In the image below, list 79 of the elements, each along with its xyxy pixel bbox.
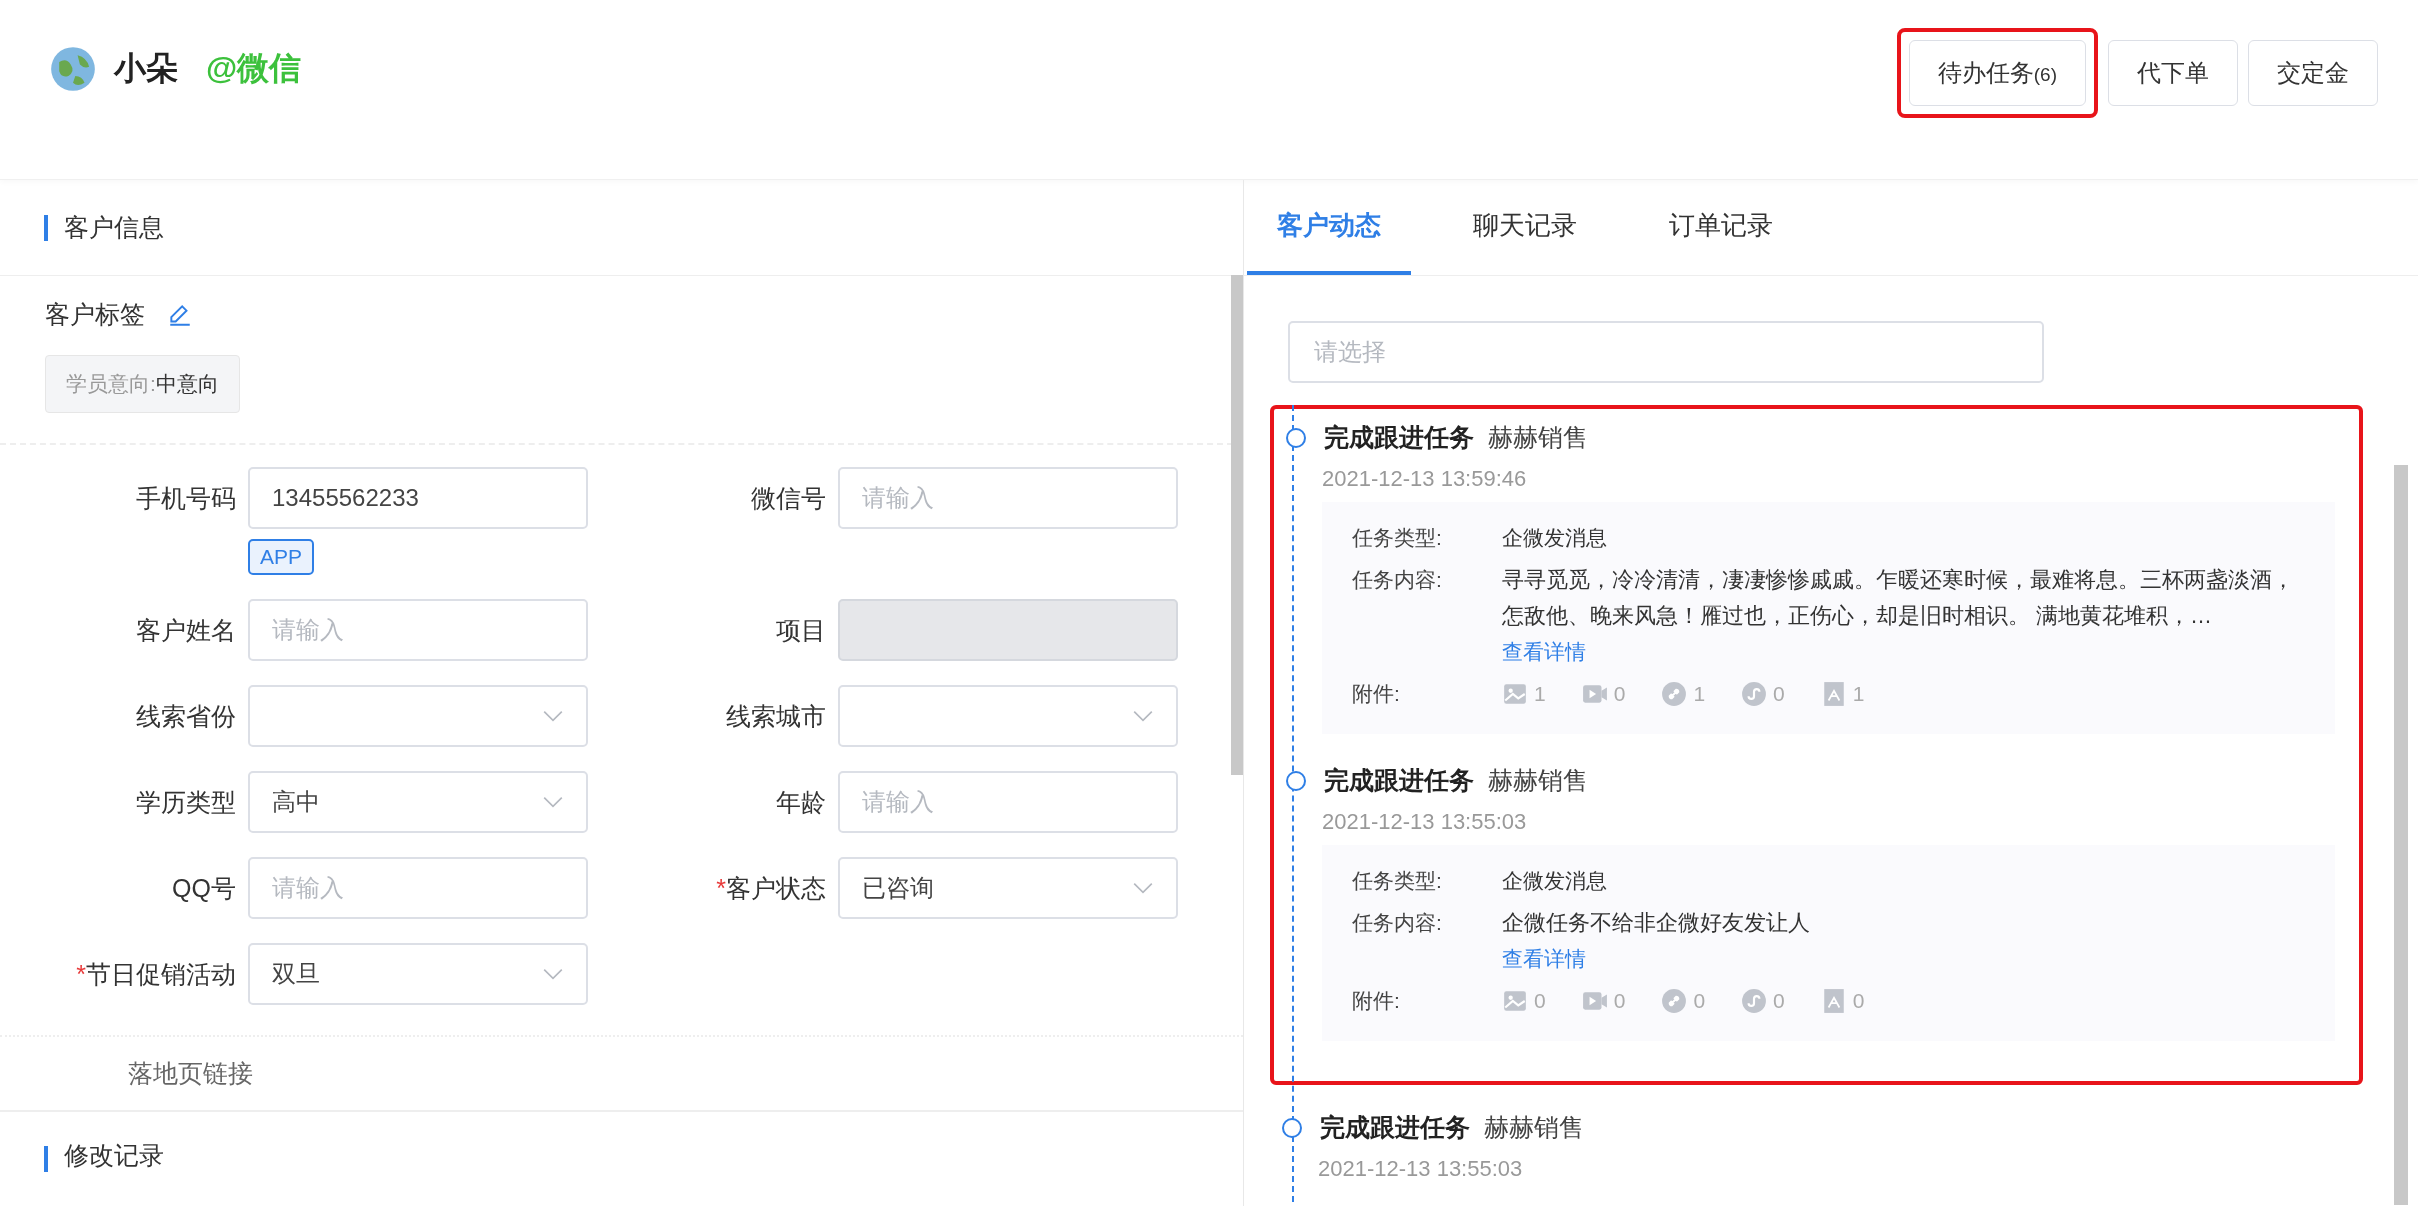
event-actor: 赫赫销售 [1488,422,1588,453]
input-field[interactable]: 13455562233 [248,467,588,529]
attachment-count: 0 [1693,988,1706,1014]
event-time: 2021-12-13 13:55:03 [1318,1156,1524,1182]
tab[interactable]: 客户动态 [1247,180,1411,275]
field-label: *节日促销活动 [75,959,237,990]
detail-label: 任务内容: [1352,567,1443,593]
image-icon [1502,988,1528,1014]
attachment-count: 0 [1852,988,1865,1014]
detail-label: 任务类型: [1352,868,1443,894]
select-field[interactable]: 已咨询 [838,857,1178,919]
scrollbar[interactable] [2394,465,2408,1205]
mini-program-icon [1741,681,1768,707]
detail-value: 企微发消息 [1502,525,1607,551]
tab[interactable]: 聊天记录 [1443,180,1607,275]
detail-label: 附件: [1352,988,1401,1014]
event-title: 完成跟进任务 [1320,1112,1470,1143]
chevron-down-icon [542,709,564,723]
event-actor: 赫赫销售 [1488,765,1588,796]
detail-value: 寻寻觅觅，冷冷清清，凄凄惨惨戚戚。乍暖还寒时候，最难将息。三杯两盏淡酒，怎敌他、晚来风急！雁过也，正伤心，却是旧时相识。 满地黄花堆积，… [1502,566,2295,630]
detail-label: 任务内容: [1352,910,1443,936]
timeline-dot [1286,427,1306,448]
select-field[interactable] [248,685,588,747]
field-label: *客户状态 [715,873,827,904]
source-label: @微信 [206,49,302,88]
customer-tag: 学员意向:中意向 [45,355,240,413]
chevron-down-icon [542,967,564,981]
detail-label: 附件: [1352,681,1401,707]
select-field[interactable] [838,685,1178,747]
avatar-icon [50,46,96,92]
link-icon [1661,681,1688,707]
field-label: 线索省份 [135,701,237,732]
view-details-link[interactable]: 查看详情 [1502,634,2305,670]
detail-value: 企微发消息 [1502,868,1607,894]
field-label: QQ号 [171,873,237,904]
field-label: 手机号码 [135,483,237,514]
image-icon [1502,681,1528,707]
attachment-count: 0 [1773,681,1785,707]
attachment-count: 1 [1852,681,1865,707]
select-field[interactable]: 双旦 [248,943,588,1005]
app-badge: APP [248,539,315,575]
field-label: 落地页链接 [0,1037,1243,1112]
scrollbar[interactable] [1231,275,1243,775]
section-title: 修改记录 [64,1140,164,1171]
detail-label: 任务类型: [1352,525,1443,551]
tab[interactable]: 订单记录 [1639,180,1803,275]
field-label: 学历类型 [135,787,237,818]
event-time: 2021-12-13 13:55:03 [1322,809,1528,835]
mini-program-icon [1741,988,1768,1014]
action-button[interactable]: 代下单 [2108,40,2238,106]
tags-label: 客户标签 [45,299,145,330]
event-title: 完成跟进任务 [1324,422,1474,453]
section-title: 客户信息 [64,212,164,243]
view-details-link[interactable]: 查看详情 [1502,941,1810,977]
field-label: 年龄 [775,787,827,818]
attachment-count: 1 [1534,681,1546,707]
attachment-count: 0 [1773,988,1785,1014]
chevron-down-icon [1132,709,1154,723]
customer-name: 小朵 [114,49,178,88]
action-button[interactable]: 交定金 [2248,40,2378,106]
event-time: 2021-12-13 13:59:46 [1322,466,1528,492]
link-icon [1661,988,1688,1014]
field-label: 客户姓名 [135,615,237,646]
field-label: 微信号 [750,483,827,514]
attachment-count: 0 [1613,681,1626,707]
action-button[interactable]: 待办任务(6) [1908,40,2086,106]
attachment-count: 0 [1534,988,1546,1014]
timeline-dot [1282,1117,1302,1138]
field-label: 项目 [775,615,827,646]
detail-value: 企微任务不给非企微好友发让人 [1502,909,1810,937]
event-title: 完成跟进任务 [1324,765,1474,796]
chevron-down-icon [1132,881,1154,895]
field-label: 线索城市 [725,701,827,732]
event-actor: 赫赫销售 [1484,1112,1584,1143]
select-field[interactable]: 高中 [248,771,588,833]
attachment-count: 1 [1693,681,1706,707]
chevron-down-icon [542,795,564,809]
timeline-dot [1286,770,1306,791]
attachment-count: 0 [1613,988,1626,1014]
